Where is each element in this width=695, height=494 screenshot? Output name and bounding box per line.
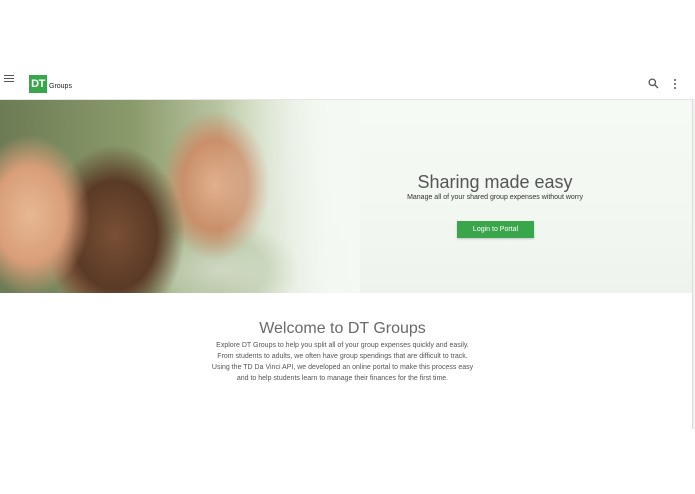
login-to-portal-button[interactable]: Login to Portal — [457, 221, 534, 238]
hero-photo-fade — [220, 100, 360, 293]
welcome-title: Welcome to DT Groups — [259, 320, 426, 337]
logo[interactable]: DT Groups — [29, 75, 72, 93]
hero-subtitle: Manage all of your shared group expenses… — [407, 194, 583, 201]
welcome-line: From students to adults, we often have g… — [217, 353, 468, 360]
logo-text: Groups — [49, 83, 72, 90]
menu-icon[interactable] — [4, 75, 14, 85]
app-bar: DT Groups — [0, 70, 695, 100]
welcome-line: Explore DT Groups to help you split all … — [216, 342, 469, 349]
more-vert-icon[interactable] — [673, 79, 677, 90]
hero-title: Sharing made easy — [417, 172, 573, 192]
welcome-description: Explore DT Groups to help you split all … — [180, 340, 505, 384]
welcome-line: and to help students learn to manage the… — [236, 375, 449, 382]
logo-mark: DT — [29, 75, 47, 93]
welcome-line: Using the TD Da Vinci API, we developed … — [211, 364, 474, 371]
search-icon[interactable] — [648, 78, 659, 89]
